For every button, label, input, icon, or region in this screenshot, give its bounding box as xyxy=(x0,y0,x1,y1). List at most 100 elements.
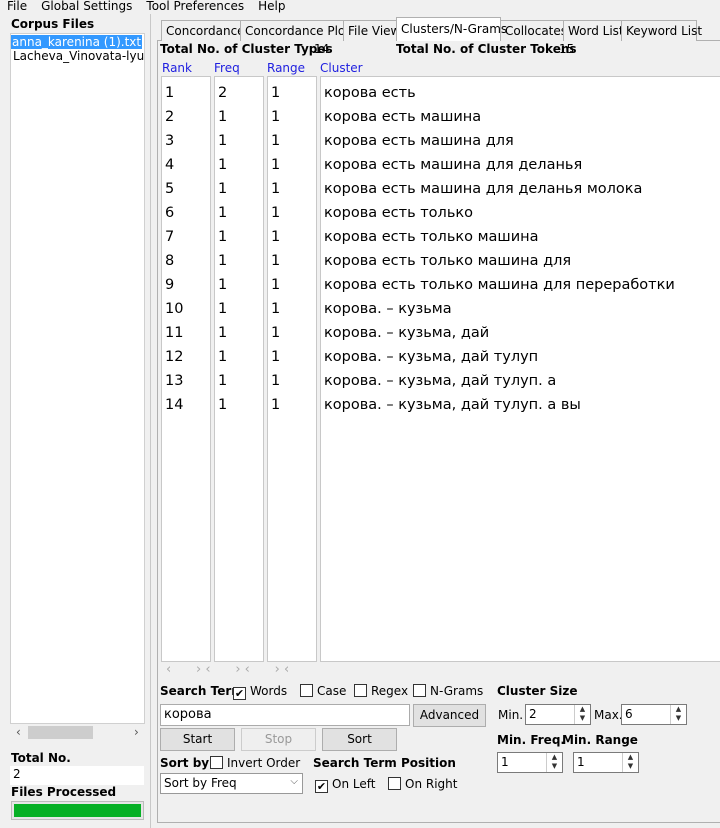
regex-checkbox[interactable]: Regex xyxy=(354,684,408,698)
tab-clusters-ngrams[interactable]: Clusters/N-Grams xyxy=(396,17,507,41)
words-checkbox[interactable]: ✔ Words xyxy=(233,684,287,700)
tab-word-list[interactable]: Word List xyxy=(563,20,624,41)
rank-cell[interactable]: 10 xyxy=(162,297,210,321)
start-button[interactable]: Start xyxy=(160,728,235,751)
rank-cell[interactable]: 14 xyxy=(162,393,210,417)
min-freq-spinner[interactable]: 1 ▲ ▼ xyxy=(497,752,563,773)
tab-concordance[interactable]: Concordance xyxy=(161,20,245,41)
cluster-cell[interactable]: корова есть машина для деланья молока xyxy=(321,177,720,201)
rank-cell[interactable]: 13 xyxy=(162,369,210,393)
scroll-thumb[interactable] xyxy=(28,726,93,739)
range-cell[interactable]: 1 xyxy=(268,129,316,153)
rank-column[interactable]: 1 2 3 4 5 6 7 8 9 10 11 12 13 14 xyxy=(161,76,211,662)
rank-cell[interactable]: 12 xyxy=(162,345,210,369)
scroll-left-icon[interactable]: ‹ xyxy=(16,725,21,739)
on-right-checkbox[interactable]: On Right xyxy=(388,777,457,791)
menu-help[interactable]: Help xyxy=(258,0,285,13)
range-cell[interactable]: 1 xyxy=(268,81,316,105)
header-freq[interactable]: Freq xyxy=(214,61,240,75)
invert-order-checkbox[interactable]: Invert Order xyxy=(210,756,300,770)
min-cluster-size-spinner[interactable]: 2 ▲ ▼ xyxy=(525,704,591,725)
cluster-cell[interactable]: корова. – кузьма, дай тулуп. а вы xyxy=(321,393,720,417)
rank-cell[interactable]: 6 xyxy=(162,201,210,225)
freq-cell[interactable]: 1 xyxy=(215,177,263,201)
freq-cell[interactable]: 1 xyxy=(215,393,263,417)
freq-cell[interactable]: 1 xyxy=(215,321,263,345)
sort-button[interactable]: Sort xyxy=(322,728,397,751)
rank-cell[interactable]: 3 xyxy=(162,129,210,153)
corpus-file-list[interactable]: anna_karenina (1).txt Lacheva_Vinovata-l… xyxy=(10,33,145,724)
cluster-cell[interactable]: корова. – кузьма xyxy=(321,297,720,321)
cluster-cell[interactable]: корова. – кузьма, дай xyxy=(321,321,720,345)
spinner-arrows-icon[interactable]: ▲ ▼ xyxy=(670,705,686,724)
freq-cell[interactable]: 1 xyxy=(215,153,263,177)
column-scroll-arrows[interactable]: ‹ › ‹ › ‹ › ‹ xyxy=(166,662,289,677)
sort-by-select[interactable]: Sort by Freq ⌵ xyxy=(160,773,303,794)
rank-cell[interactable]: 8 xyxy=(162,249,210,273)
freq-cell[interactable]: 1 xyxy=(215,201,263,225)
rank-cell[interactable]: 9 xyxy=(162,273,210,297)
menu-global-settings[interactable]: Global Settings xyxy=(41,0,132,13)
cluster-cell[interactable]: корова есть машина для деланья xyxy=(321,153,720,177)
freq-cell[interactable]: 1 xyxy=(215,225,263,249)
rank-cell[interactable]: 2 xyxy=(162,105,210,129)
min-range-spinner[interactable]: 1 ▲ ▼ xyxy=(573,752,639,773)
pane-divider[interactable] xyxy=(150,14,151,828)
tab-collocates[interactable]: Collocates xyxy=(500,20,567,41)
cluster-cell[interactable]: корова есть только xyxy=(321,201,720,225)
cluster-cell[interactable]: корова. – кузьма, дай тулуп xyxy=(321,345,720,369)
range-cell[interactable]: 1 xyxy=(268,201,316,225)
cluster-column[interactable]: корова есть корова есть машина корова есть… xyxy=(320,76,720,662)
freq-cell[interactable]: 2 xyxy=(215,81,263,105)
freq-cell[interactable]: 1 xyxy=(215,129,263,153)
spinner-arrows-icon[interactable]: ▲ ▼ xyxy=(546,753,562,772)
freq-cell[interactable]: 1 xyxy=(215,297,263,321)
menu-file[interactable]: File xyxy=(7,0,27,13)
freq-cell[interactable]: 1 xyxy=(215,249,263,273)
on-left-checkbox[interactable]: ✔ On Left xyxy=(315,777,375,793)
stop-button[interactable]: Stop xyxy=(241,728,316,751)
range-cell[interactable]: 1 xyxy=(268,273,316,297)
range-cell[interactable]: 1 xyxy=(268,105,316,129)
tab-file-view[interactable]: File View xyxy=(343,20,400,41)
range-cell[interactable]: 1 xyxy=(268,345,316,369)
range-cell[interactable]: 1 xyxy=(268,225,316,249)
freq-cell[interactable]: 1 xyxy=(215,273,263,297)
cluster-cell[interactable]: корова есть только машина для xyxy=(321,249,720,273)
range-cell[interactable]: 1 xyxy=(268,369,316,393)
spinner-arrows-icon[interactable]: ▲ ▼ xyxy=(574,705,590,724)
file-list-hscrollbar[interactable]: ‹ › xyxy=(10,724,145,741)
cluster-cell[interactable]: корова есть xyxy=(321,81,720,105)
freq-cell[interactable]: 1 xyxy=(215,345,263,369)
scroll-right-icon[interactable]: › xyxy=(134,725,139,739)
search-input[interactable]: корова xyxy=(160,704,410,726)
max-cluster-size-spinner[interactable]: 6 ▲ ▼ xyxy=(621,704,687,725)
corpus-file-item[interactable]: Lacheva_Vinovata-lyub xyxy=(11,49,144,63)
cluster-cell[interactable]: корова есть машина xyxy=(321,105,720,129)
header-rank[interactable]: Rank xyxy=(162,61,192,75)
range-cell[interactable]: 1 xyxy=(268,249,316,273)
header-cluster[interactable]: Cluster xyxy=(320,61,363,75)
freq-column[interactable]: 21111111111111 xyxy=(214,76,264,662)
rank-cell[interactable]: 4 xyxy=(162,153,210,177)
range-column[interactable]: 11111111111111 xyxy=(267,76,317,662)
freq-cell[interactable]: 1 xyxy=(215,105,263,129)
cluster-cell[interactable]: корова есть машина для xyxy=(321,129,720,153)
tab-concordance-plot[interactable]: Concordance Plot xyxy=(240,20,350,41)
rank-cell[interactable]: 1 xyxy=(162,81,210,105)
header-range[interactable]: Range xyxy=(267,61,305,75)
range-cell[interactable]: 1 xyxy=(268,153,316,177)
menu-tool-preferences[interactable]: Tool Preferences xyxy=(146,0,244,13)
rank-cell[interactable]: 11 xyxy=(162,321,210,345)
range-cell[interactable]: 1 xyxy=(268,393,316,417)
corpus-file-item[interactable]: anna_karenina (1).txt xyxy=(11,35,143,49)
advanced-button[interactable]: Advanced xyxy=(413,704,486,727)
ngrams-checkbox[interactable]: N-Grams xyxy=(413,684,483,698)
cluster-cell[interactable]: корова есть только машина для переработк… xyxy=(321,273,720,297)
case-checkbox[interactable]: Case xyxy=(300,684,346,698)
range-cell[interactable]: 1 xyxy=(268,177,316,201)
spinner-arrows-icon[interactable]: ▲ ▼ xyxy=(622,753,638,772)
rank-cell[interactable]: 5 xyxy=(162,177,210,201)
range-cell[interactable]: 1 xyxy=(268,321,316,345)
range-cell[interactable]: 1 xyxy=(268,297,316,321)
